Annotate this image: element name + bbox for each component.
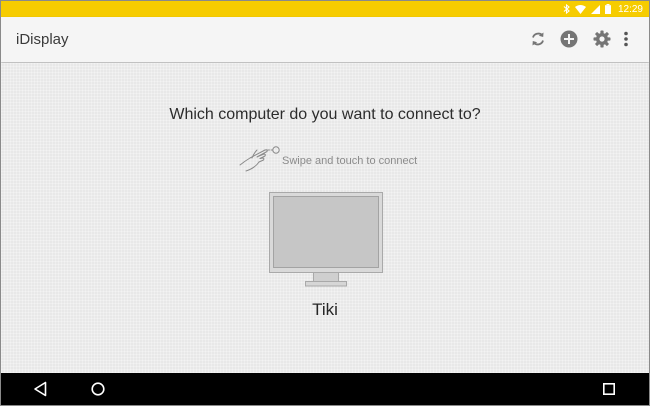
- main-content: Which computer do you want to connect to…: [1, 63, 649, 373]
- connect-prompt: Which computer do you want to connect to…: [169, 106, 481, 123]
- computer-name[interactable]: Tiki: [1, 300, 649, 320]
- back-icon[interactable]: [33, 381, 49, 397]
- recents-icon[interactable]: [601, 381, 617, 397]
- settings-icon[interactable]: [592, 29, 612, 49]
- swipe-gesture-icon: [238, 139, 280, 178]
- battery-icon: [604, 4, 611, 14]
- status-bar: 12:29: [1, 1, 649, 17]
- monitor-icon: [269, 192, 383, 291]
- overflow-menu-icon[interactable]: [620, 29, 632, 49]
- app-bar: iDisplay: [1, 17, 649, 62]
- status-time: 12:29: [617, 3, 643, 15]
- bluetooth-icon: [563, 4, 570, 14]
- add-icon[interactable]: [559, 29, 579, 49]
- cellular-signal-icon: [590, 4, 600, 14]
- tablet-screen: 12:29 iDisplay Which computer do you wan…: [0, 0, 650, 406]
- wifi-icon: [574, 4, 586, 14]
- home-icon[interactable]: [90, 381, 106, 397]
- refresh-icon[interactable]: [528, 29, 548, 49]
- app-title: iDisplay: [16, 31, 69, 48]
- computer-tiki[interactable]: [269, 192, 383, 287]
- swipe-hint-text: Swipe and touch to connect: [282, 154, 418, 167]
- swipe-hint: Swipe and touch to connect: [238, 141, 417, 175]
- navigation-bar: [1, 373, 649, 405]
